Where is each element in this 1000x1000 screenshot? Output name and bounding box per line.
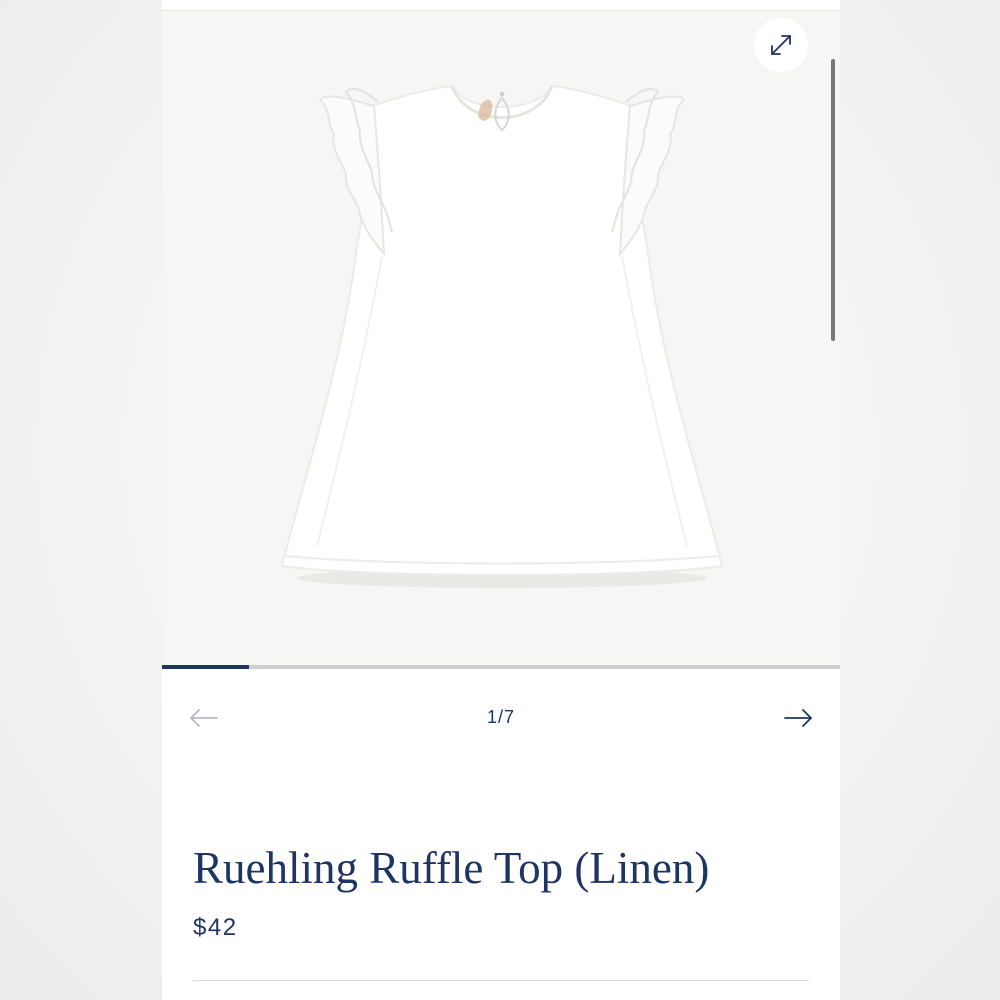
next-image-button[interactable] [778,700,818,736]
product-image-gallery[interactable] [162,11,840,665]
arrow-right-icon [784,709,812,727]
product-price: $42 [193,914,238,941]
top-edge [162,0,840,11]
product-page: 1/7 Ruehling Ruffle Top (Linen) $42 [162,0,840,1000]
divider [193,980,809,981]
gallery-progress-fill [162,665,250,669]
product-image [280,84,724,588]
image-counter: 1/7 [486,707,516,727]
expand-arrows-icon [771,35,791,55]
gallery-progress-bar [162,665,840,669]
product-title: Ruehling Ruffle Top (Linen) [193,843,710,893]
scroll-indicator[interactable] [831,59,835,341]
expand-image-button[interactable] [754,18,808,72]
gallery-navigation: 1/7 [162,690,840,746]
